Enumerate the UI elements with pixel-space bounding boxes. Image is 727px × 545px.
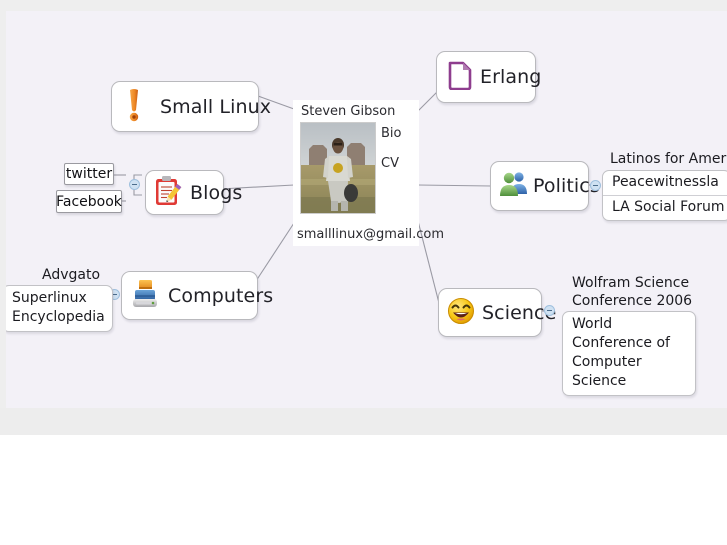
leaf-row-peacewitnessla[interactable]: Peacewitnessla bbox=[603, 171, 727, 195]
node-science[interactable]: Science bbox=[438, 288, 556, 337]
leaf-label-world-conf-line1: World Conference of bbox=[572, 316, 670, 351]
root-node-card[interactable]: Steven Gibson Bio CV smalllinux@gmail.co… bbox=[293, 100, 444, 246]
node-politics[interactable]: Politics bbox=[490, 161, 600, 211]
leaf-label-la-social-forum: LA Social Forum bbox=[612, 199, 725, 215]
node-label-blogs: Blogs bbox=[190, 181, 243, 204]
window-bottom-strip bbox=[0, 408, 727, 435]
window-white-area bbox=[0, 435, 727, 545]
leaf-group-politics[interactable]: Peacewitnessla LA Social Forum bbox=[602, 170, 727, 221]
exclamation-mark-icon bbox=[124, 88, 144, 126]
leaf-label-peacewitnessla: Peacewitnessla bbox=[612, 174, 719, 190]
leaf-latinos-for-america[interactable]: Latinos for America bbox=[610, 151, 727, 167]
science-collapse-toggle[interactable] bbox=[544, 305, 555, 316]
root-cv-link[interactable]: CV bbox=[381, 156, 399, 171]
node-small-linux[interactable]: Small Linux bbox=[111, 81, 271, 132]
clipboard-pencil-icon bbox=[154, 175, 182, 211]
node-erlang[interactable]: Erlang bbox=[436, 51, 541, 103]
leaf-advgato[interactable]: Advgato bbox=[42, 267, 100, 283]
leaf-label-world-conf-line2: Computer Science bbox=[572, 354, 642, 389]
leaf-row-world-conference[interactable]: World Conference of Computer Science bbox=[563, 312, 695, 395]
window-top-strip bbox=[0, 0, 727, 11]
node-blogs[interactable]: Blogs bbox=[145, 170, 242, 215]
application-frame: Steven Gibson Bio CV smalllinux@gmail.co… bbox=[0, 0, 727, 545]
leaf-label-twitter: twitter bbox=[65, 166, 113, 182]
blogs-collapse-toggle[interactable] bbox=[129, 179, 140, 190]
leaf-label-superlinux-line2: Encyclopedia bbox=[12, 309, 105, 325]
node-label-erlang: Erlang bbox=[480, 66, 542, 88]
leaf-label-facebook: Facebook bbox=[56, 193, 122, 210]
smiley-face-icon bbox=[447, 297, 475, 329]
root-name-label: Steven Gibson bbox=[301, 104, 396, 119]
leaf-wolfram-line2[interactable]: Conference 2006 bbox=[572, 293, 692, 309]
leaf-label-superlinux-line1: Superlinux bbox=[12, 290, 87, 306]
leaf-wolfram-line1[interactable]: Wolfram Science bbox=[572, 275, 689, 291]
root-portrait-photo bbox=[300, 122, 376, 214]
printer-icon bbox=[131, 278, 159, 314]
leaf-twitter[interactable]: twitter bbox=[64, 163, 114, 185]
node-label-computers: Computers bbox=[168, 284, 274, 307]
root-bio-link[interactable]: Bio bbox=[381, 126, 401, 141]
leaf-superlinux-encyclopedia[interactable]: Superlinux Encyclopedia bbox=[6, 285, 113, 332]
leaf-row-superlinux[interactable]: Superlinux Encyclopedia bbox=[6, 286, 112, 331]
document-page-icon bbox=[447, 60, 473, 94]
people-group-icon bbox=[499, 169, 529, 203]
root-email-label: smalllinux@gmail.com bbox=[297, 227, 445, 242]
politics-collapse-toggle[interactable] bbox=[590, 180, 601, 191]
leaf-facebook[interactable]: Facebook bbox=[56, 190, 122, 213]
node-computers[interactable]: Computers bbox=[121, 271, 273, 320]
leaf-group-science[interactable]: World Conference of Computer Science bbox=[562, 311, 696, 396]
node-label-small-linux: Small Linux bbox=[160, 95, 272, 118]
leaf-row-la-social-forum[interactable]: LA Social Forum bbox=[603, 195, 727, 220]
mindmap-canvas[interactable]: Steven Gibson Bio CV smalllinux@gmail.co… bbox=[6, 11, 727, 408]
